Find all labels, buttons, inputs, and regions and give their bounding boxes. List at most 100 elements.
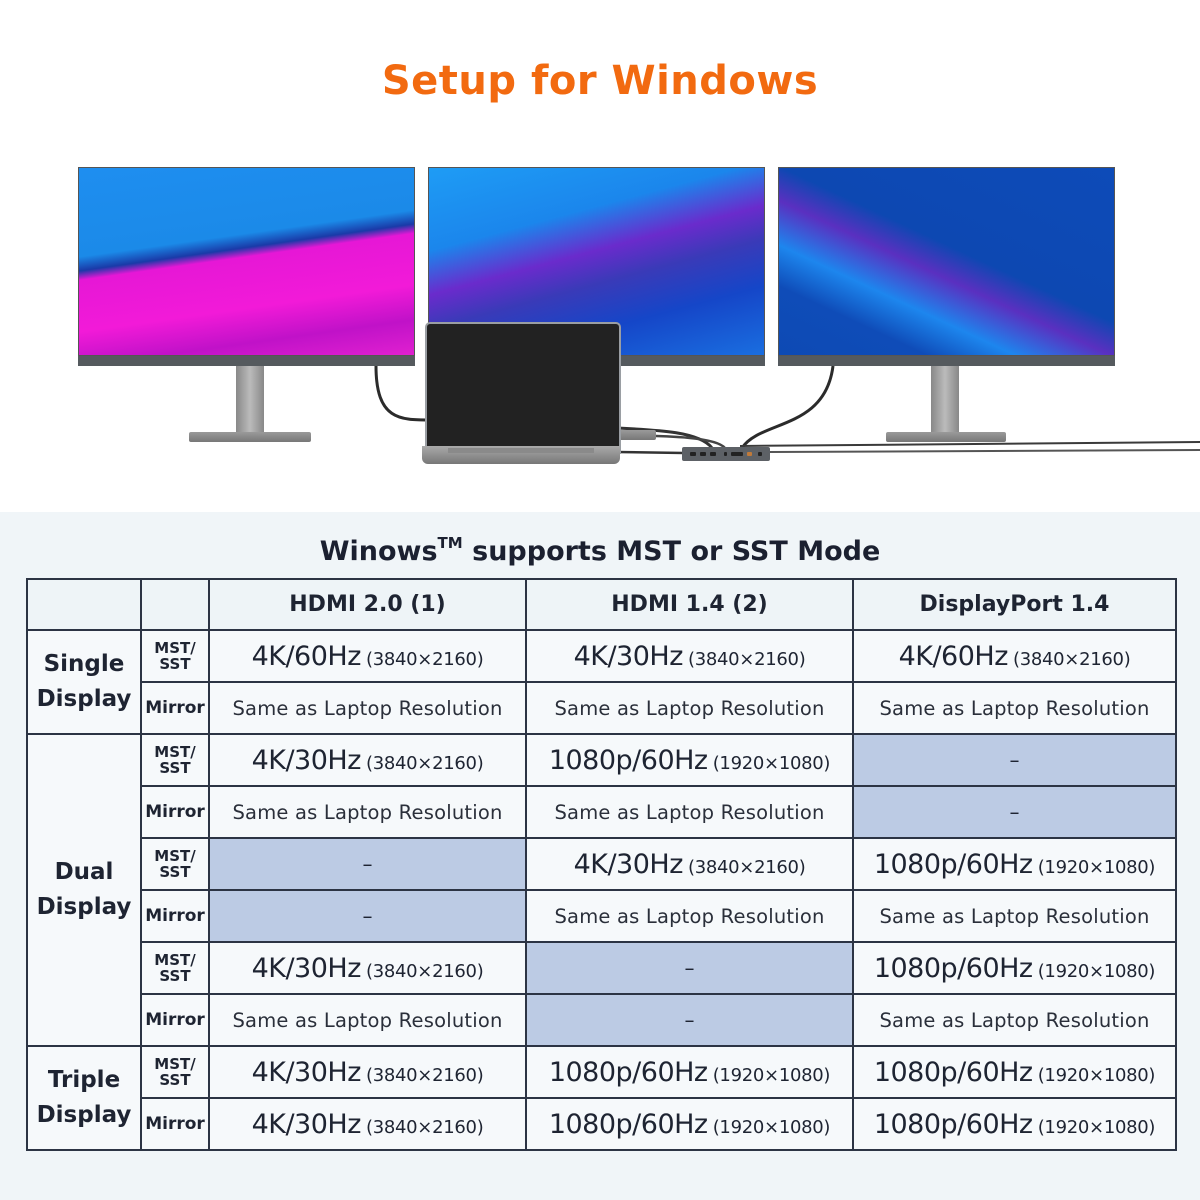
cell-resolution: 1080p/60Hz (1920×1080) [525, 733, 854, 787]
pixel-resolution: (3840×2160) [365, 752, 484, 774]
table-title-rest: supports MST or SST Mode [462, 536, 881, 567]
cell-not-supported: – [208, 889, 527, 943]
cell-resolution: 1080p/60Hz (1920×1080) [852, 837, 1177, 891]
pixel-resolution: (1920×1080) [1037, 1064, 1156, 1086]
mode-label-line1: Mirror [145, 1114, 205, 1134]
refresh-rate: 4K/30Hz [573, 848, 684, 880]
table-row: Triple Display MST/SST 4K/30Hz (3840×2160) 1… [26, 1045, 1177, 1151]
cell-not-supported: – [525, 993, 854, 1047]
hub-port [758, 452, 762, 456]
hub-port [690, 452, 696, 456]
mode-label-line2: SST [159, 967, 191, 985]
pixel-resolution: (3840×2160) [365, 648, 484, 670]
mode-label: Mirror [140, 993, 210, 1047]
cell-resolution: 1080p/60Hz (1920×1080) [525, 1097, 854, 1151]
cell-not-supported: – [852, 733, 1177, 787]
cell-mirror-resolution: Same as Laptop Resolution [852, 889, 1177, 943]
hub-port [724, 452, 727, 456]
cable-laptop [616, 450, 685, 455]
mode-label-line1: Mirror [145, 1010, 205, 1030]
header-empty-mode [140, 578, 210, 631]
cell-resolution: 4K/30Hz (3840×2160) [208, 733, 527, 787]
pixel-resolution: (3840×2160) [365, 1116, 484, 1138]
mode-label-line2: SST [159, 759, 191, 777]
group-label-line2: Display [36, 1102, 132, 1128]
cell-resolution: 1080p/60Hz (1920×1080) [525, 1045, 854, 1099]
hub-card-slot [731, 452, 743, 456]
cell-not-supported: – [852, 785, 1177, 839]
table-row: MST/SST –4K/30Hz (3840×2160) 1080p/60Hz (1… [27, 837, 1177, 891]
cell-resolution: 4K/30Hz (3840×2160) [208, 1097, 527, 1151]
table-title: WinowsTM supports MST or SST Mode [0, 534, 1200, 567]
cell-resolution: 1080p/60Hz (1920×1080) [852, 941, 1177, 995]
refresh-rate: 4K/30Hz [573, 640, 684, 672]
row-group-label: Single Display [26, 629, 142, 735]
cell-mirror-resolution: Same as Laptop Resolution [208, 681, 527, 735]
table-row: Single Display MST/SST 4K/60Hz (3840×2160) 4… [26, 629, 1177, 735]
mode-label: MST/SST [140, 941, 210, 995]
hub-port [700, 452, 706, 456]
group-label-line2: Display [36, 894, 132, 920]
cable-left-monitor [374, 365, 431, 422]
pixel-resolution: (1920×1080) [712, 1116, 831, 1138]
mode-label-line2: SST [159, 863, 191, 881]
mode-label: MST/SST [140, 1045, 210, 1099]
mode-label-line1: MST/ [154, 951, 196, 969]
mode-label: Mirror [140, 681, 210, 735]
cell-not-supported: – [525, 941, 854, 995]
group-label-line1: Dual [54, 859, 114, 885]
column-header: DisplayPort 1.4 [852, 578, 1177, 631]
pixel-resolution: (1920×1080) [1037, 1116, 1156, 1138]
cell-mirror-resolution: Same as Laptop Resolution [852, 993, 1177, 1047]
header-empty-group [26, 578, 142, 631]
pixel-resolution: (3840×2160) [1012, 648, 1131, 670]
column-header: HDMI 2.0 (1) [208, 578, 527, 631]
hero-section: Setup for Windows [0, 0, 1200, 512]
refresh-rate: 4K/30Hz [251, 744, 362, 776]
table-row: Mirror 4K/30Hz (3840×2160) 1080p/60Hz (192… [27, 1097, 1177, 1151]
refresh-rate: 1080p/60Hz [548, 1056, 708, 1088]
mode-label: Mirror [140, 785, 210, 839]
refresh-rate: 1080p/60Hz [873, 848, 1033, 880]
table-row: Mirror – Same as Laptop Resolution Same as … [27, 889, 1177, 943]
cell-mirror-resolution: Same as Laptop Resolution [852, 681, 1177, 735]
refresh-rate: 1080p/60Hz [873, 1108, 1033, 1140]
pixel-resolution: (3840×2160) [365, 960, 484, 982]
cell-resolution: 4K/60Hz (3840×2160) [208, 629, 527, 683]
refresh-rate: 4K/60Hz [898, 640, 1009, 672]
cell-resolution: 4K/30Hz (3840×2160) [525, 629, 854, 683]
cell-resolution: 4K/60Hz (3840×2160) [852, 629, 1177, 683]
cable-power [739, 441, 1200, 447]
cell-resolution: 4K/30Hz (3840×2160) [208, 1045, 527, 1099]
mode-label: MST/SST [140, 733, 210, 787]
row-group-label: Triple Display [26, 1045, 142, 1151]
table-row: Dual Display MST/SST 4K/30Hz (3840×2160) 108… [26, 733, 1177, 1047]
table-row: Mirror Same as Laptop Resolution Same as L… [27, 785, 1177, 839]
refresh-rate: 4K/30Hz [251, 1108, 362, 1140]
laptop-keyboard [448, 448, 594, 453]
refresh-rate: 4K/60Hz [251, 640, 362, 672]
hub-port [710, 452, 716, 456]
mode-label-line1: Mirror [145, 802, 205, 822]
mode-label-line1: MST/ [154, 639, 196, 657]
pixel-resolution: (1920×1080) [1037, 960, 1156, 982]
laptop-screen [425, 322, 621, 454]
mode-label: Mirror [140, 889, 210, 943]
table-title-text: Winows [319, 536, 438, 567]
cell-resolution: 4K/30Hz (3840×2160) [208, 941, 527, 995]
mode-label-line1: Mirror [145, 698, 205, 718]
cell-mirror-resolution: Same as Laptop Resolution [525, 681, 854, 735]
table-body: Single Display MST/SST 4K/60Hz (3840×2160) 4… [26, 629, 1177, 1151]
mode-label: MST/SST [140, 629, 210, 683]
cell-mirror-resolution: Same as Laptop Resolution [208, 785, 527, 839]
group-label-line1: Single [43, 651, 125, 677]
row-group-label: Dual Display [26, 733, 142, 1047]
mode-label: MST/SST [140, 837, 210, 891]
pixel-resolution: (3840×2160) [365, 1064, 484, 1086]
refresh-rate: 4K/30Hz [251, 1056, 362, 1088]
cell-not-supported: – [208, 837, 527, 891]
refresh-rate: 1080p/60Hz [873, 1056, 1033, 1088]
mode-label: Mirror [140, 1097, 210, 1151]
pixel-resolution: (3840×2160) [687, 648, 806, 670]
cell-resolution: 1080p/60Hz (1920×1080) [852, 1045, 1177, 1099]
